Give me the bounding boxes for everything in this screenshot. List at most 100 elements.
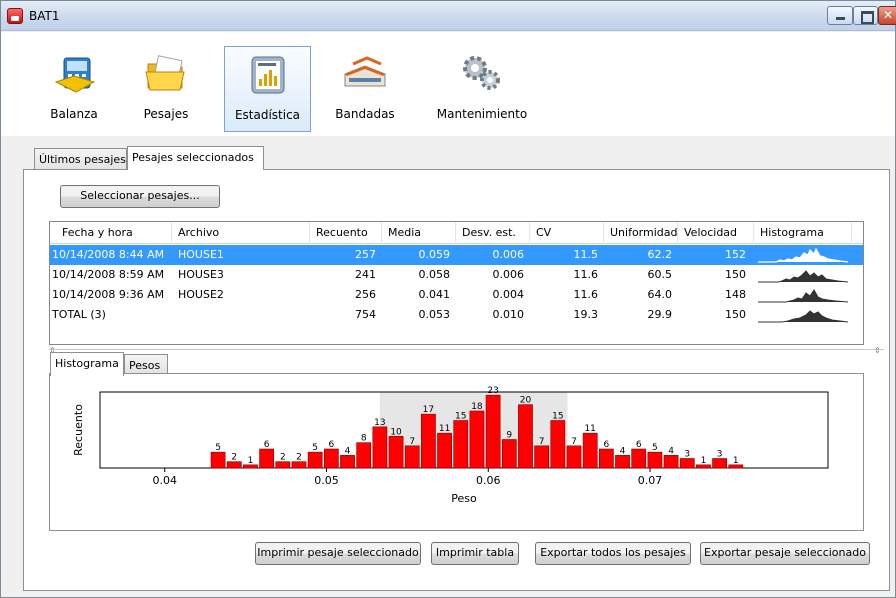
histogram-bar — [469, 410, 485, 469]
column-header-speed[interactable]: Velocidad — [678, 222, 754, 244]
tab-pesos[interactable]: Pesos — [124, 354, 168, 374]
histogram-bar — [566, 445, 582, 469]
title-bar[interactable]: BAT1 — [1, 1, 896, 31]
bar-value-label: 15 — [455, 412, 466, 422]
bar-value-label: 11 — [584, 424, 595, 434]
column-header-std[interactable]: Desv. est. — [456, 222, 530, 244]
folder-icon — [145, 55, 185, 91]
histogram-chart: 52 162 25 648131071711151823920715711646 5 4 3… — [72, 386, 829, 505]
cell-cv: 11.6 — [573, 268, 599, 281]
cell-date: 10/14/2008 8:44 AM — [52, 248, 165, 261]
cell-uniformity: 64.0 — [647, 288, 673, 301]
bar-value-label: 11 — [439, 424, 450, 434]
window-title: BAT1 — [29, 9, 60, 23]
column-header-cv[interactable]: CV — [530, 222, 604, 244]
cell-count: 257 — [355, 248, 376, 261]
tab-pesajes-seleccionados[interactable]: Pesajes seleccionados — [127, 146, 264, 170]
mini-histogram — [758, 247, 849, 263]
bar-value-label: 6 — [636, 440, 642, 450]
maximize-button[interactable] — [853, 6, 878, 25]
toolbar-item-balanza[interactable]: Balanza — [35, 46, 113, 132]
table-row[interactable]: 10/14/2008 9:36 AM HOUSE2 256 0.041 0.00… — [50, 285, 863, 305]
cell-speed: 150 — [725, 308, 746, 321]
x-tick-label: 0.07 — [638, 474, 663, 487]
print-selected-button[interactable]: Imprimir pesaje seleccionado — [255, 542, 421, 565]
bar-value-label: 1 — [248, 456, 254, 466]
column-header-count[interactable]: Recuento — [310, 222, 382, 244]
export-selected-button[interactable]: Exportar pesaje seleccionado — [700, 542, 870, 565]
cell-std: 0.004 — [492, 288, 525, 301]
bar-value-label: 1 — [701, 456, 707, 466]
histogram-bar — [356, 442, 372, 469]
bar-value-label: 4 — [620, 446, 626, 456]
cell-cv: 11.5 — [573, 248, 599, 261]
bar-value-label: 20 — [520, 396, 532, 406]
cell-mean: 0.041 — [418, 288, 451, 301]
toolbar-item-estadistica[interactable]: Estadística — [224, 46, 311, 132]
cell-cv: 19.3 — [573, 308, 599, 321]
table-row[interactable]: TOTAL (3) 754 0.053 0.010 19.3 29.9 150 — [50, 305, 863, 325]
print-table-button[interactable]: Imprimir tabla — [431, 542, 519, 565]
cell-file: HOUSE2 — [178, 288, 224, 301]
bar-value-label: 6 — [264, 440, 270, 450]
statistics-icon — [251, 56, 284, 94]
panel-splitter[interactable]: ⇕ ⇕ — [49, 346, 884, 353]
bar-value-label: 15 — [552, 412, 563, 422]
column-header-uniformity[interactable]: Uniformidad — [604, 222, 678, 244]
histogram-bar — [550, 420, 566, 469]
export-all-button[interactable]: Exportar todos los pesajes — [535, 542, 691, 565]
cell-cv: 11.6 — [573, 288, 599, 301]
close-button[interactable] — [878, 6, 896, 25]
select-weighings-button[interactable]: Seleccionar pesajes... — [60, 185, 220, 208]
bar-value-label: 4 — [668, 446, 674, 456]
toolbar-label-bandadas: Bandadas — [335, 107, 395, 121]
histogram-bar — [631, 448, 647, 469]
scale-icon — [54, 57, 96, 93]
cell-std: 0.010 — [492, 308, 525, 321]
main-toolbar: Balanza Pesajes Estadística Bandadas Man… — [1, 32, 895, 136]
cell-speed: 148 — [725, 288, 746, 301]
histogram-bar — [712, 458, 727, 469]
table-row[interactable]: 10/14/2008 8:59 AM HOUSE3 241 0.058 0.00… — [50, 265, 863, 285]
toolbar-item-bandadas[interactable]: Bandadas — [323, 46, 407, 132]
bar-value-label: 17 — [423, 405, 434, 415]
cell-file: HOUSE1 — [178, 248, 224, 261]
cell-std: 0.006 — [492, 248, 525, 261]
mini-histogram — [758, 310, 849, 323]
toolbar-label-mantenimiento: Mantenimiento — [436, 107, 528, 121]
cell-file — [176, 305, 310, 325]
histogram-bar — [372, 426, 388, 469]
application-window: BAT1 Balanza Pesajes — [0, 0, 896, 598]
farm-buildings-icon — [344, 56, 386, 87]
cell-speed: 150 — [725, 268, 746, 281]
bar-value-label: 10 — [390, 427, 402, 437]
cell-date: 10/14/2008 8:59 AM — [52, 268, 165, 281]
tab-histograma[interactable]: Histograma — [50, 352, 124, 376]
minimize-button[interactable] — [827, 6, 853, 25]
column-header-date[interactable]: Fecha y hora — [56, 222, 172, 244]
table-row[interactable]: 10/14/2008 8:44 AM HOUSE1 257 0.059 0.00… — [50, 245, 863, 265]
x-axis-label: Peso — [451, 492, 477, 505]
toolbar-item-pesajes[interactable]: Pesajes — [127, 46, 205, 132]
bar-value-label: 2 — [231, 453, 237, 463]
column-header-mean[interactable]: Media — [382, 222, 456, 244]
table-header: Fecha y hora Archivo Recuento Media Desv… — [50, 222, 863, 244]
bar-value-label: 13 — [374, 418, 385, 428]
mini-histogram — [758, 289, 849, 303]
column-header-file[interactable]: Archivo — [172, 222, 310, 244]
bar-value-label: 5 — [312, 443, 318, 453]
histogram-bar — [582, 432, 598, 469]
tab-ultimos-pesajes[interactable]: Últimos pesajes — [34, 148, 127, 170]
toolbar-item-mantenimiento[interactable]: Mantenimiento — [428, 46, 536, 132]
cell-mean: 0.059 — [418, 248, 451, 261]
weighings-table[interactable]: Fecha y hora Archivo Recuento Media Desv… — [49, 221, 864, 345]
bar-value-label: 3 — [684, 450, 690, 460]
bar-value-label: 3 — [717, 450, 723, 460]
column-header-histogram[interactable]: Histograma — [754, 222, 852, 244]
gears-icon — [463, 56, 500, 90]
cell-uniformity: 62.2 — [647, 248, 673, 261]
y-axis-label: Recuento — [72, 404, 85, 456]
cell-mean: 0.058 — [418, 268, 451, 281]
cell-date: 10/14/2008 9:36 AM — [52, 288, 165, 301]
histogram-bar — [323, 448, 339, 469]
